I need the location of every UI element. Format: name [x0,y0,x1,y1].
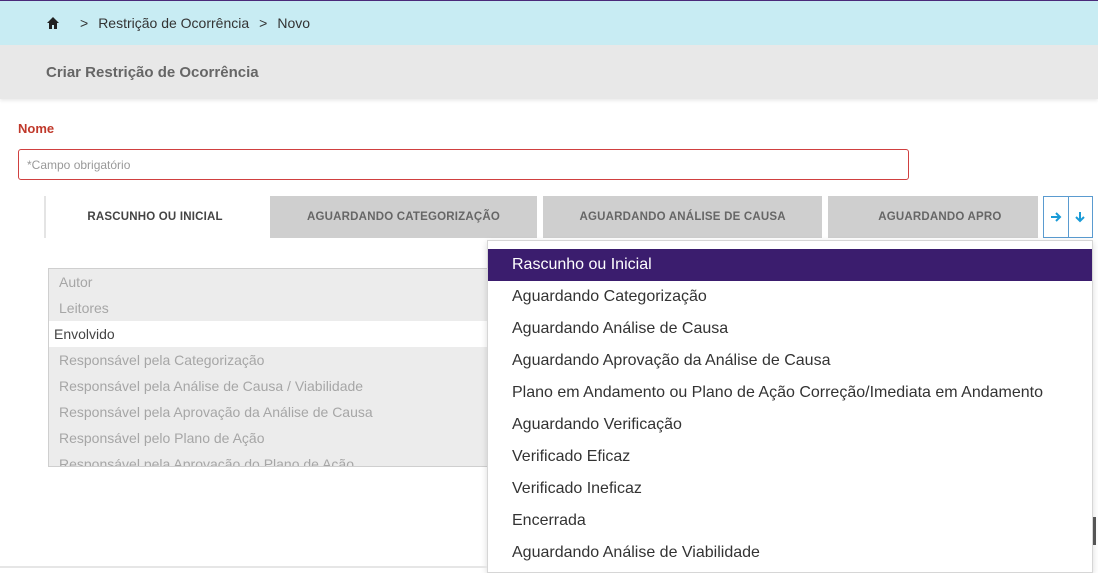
list-item[interactable]: Autor [49,269,489,295]
arrow-right-icon[interactable] [1044,197,1068,237]
dropdown-item-aprovacao-analise[interactable]: Aguardando Aprovação da Análise de Causa [488,345,1092,377]
list-item[interactable]: Responsável pela Categorização [49,347,489,373]
home-icon[interactable] [46,16,60,30]
dropdown-item-eficaz[interactable]: Verificado Eficaz [488,441,1092,473]
list-item[interactable]: Responsável pela Aprovação da Análise de… [49,399,489,425]
list-item-selected[interactable]: Envolvido [49,321,489,347]
tab-aguardando-analise-de-causa[interactable]: AGUARDANDO ANÁLISE DE CAUSA [543,196,823,238]
tab-aguardando-aprovacao[interactable]: AGUARDANDO APRO [828,196,1038,238]
status-dropdown-menu: Rascunho ou Inicial Aguardando Categoriz… [487,240,1093,573]
breadcrumb-link-restricao[interactable]: Restrição de Ocorrência [98,15,249,31]
page-title: Criar Restrição de Ocorrência [0,45,1098,99]
dropdown-item-rascunho[interactable]: Rascunho ou Inicial [488,249,1092,281]
divider [0,566,487,568]
dropdown-item-verificacao[interactable]: Aguardando Verificação [488,409,1092,441]
dropdown-item-plano-andamento[interactable]: Plano em Andamento ou Plano de Ação Corr… [488,377,1092,409]
dropdown-item-encerrada[interactable]: Encerrada [488,505,1092,537]
arrow-down-icon[interactable] [1067,197,1092,237]
responsible-field-list[interactable]: Autor Leitores Envolvido Responsável pel… [48,268,490,467]
name-label: Nome [18,121,55,136]
tab-navigation [1043,196,1093,238]
list-item[interactable]: Responsável pelo Plano de Ação [49,425,489,451]
tab-aguardando-categorizacao[interactable]: AGUARDANDO CATEGORIZAÇÃO [270,196,538,238]
name-input[interactable] [18,149,909,180]
breadcrumb-current: Novo [277,15,311,31]
list-item[interactable]: Responsável pela Análise de Causa / Viab… [49,373,489,399]
scrollbar[interactable] [1093,517,1096,545]
breadcrumb: > Restrição de Ocorrência > Novo [0,0,1098,45]
dropdown-item-categorizacao[interactable]: Aguardando Categorização [488,281,1092,313]
tab-rascunho-ou-inicial[interactable]: RASCUNHO OU INICIAL [44,196,265,238]
breadcrumb-separator: > [259,15,268,31]
dropdown-item-analise-causa[interactable]: Aguardando Análise de Causa [488,313,1092,345]
breadcrumb-separator: > [80,15,89,31]
status-tabs: RASCUNHO OU INICIAL AGUARDANDO CATEGORIZ… [44,196,1044,239]
list-item[interactable]: Responsável pela Aprovação do Plano de A… [49,451,489,466]
list-item[interactable]: Leitores [49,295,489,321]
dropdown-item-ineficaz[interactable]: Verificado Ineficaz [488,473,1092,505]
dropdown-item-analise-viabilidade[interactable]: Aguardando Análise de Viabilidade [488,537,1092,569]
